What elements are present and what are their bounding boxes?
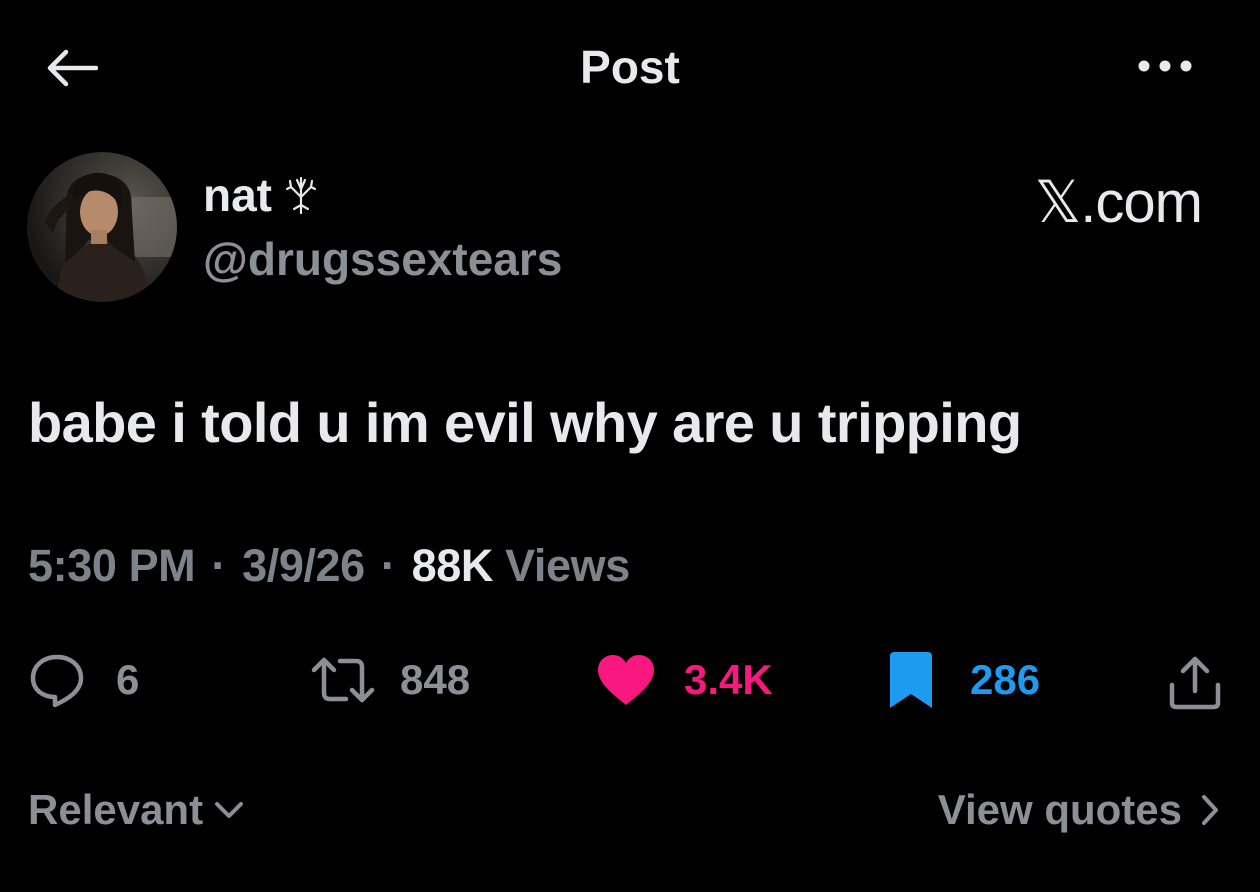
- share-icon: [1169, 656, 1221, 710]
- views-label: Views: [505, 540, 630, 591]
- avatar-photo: [27, 152, 177, 302]
- view-quotes-label: View quotes: [937, 786, 1182, 833]
- reply-icon: [30, 654, 84, 708]
- page-title: Post: [580, 41, 680, 93]
- bookmark-icon: [890, 652, 932, 708]
- sort-replies-dropdown[interactable]: Relevant: [28, 786, 245, 834]
- tree-glyph-icon: [284, 175, 318, 215]
- chevron-right-icon: [1200, 793, 1220, 827]
- bookmark-count: 286: [970, 656, 1041, 703]
- sort-label: Relevant: [28, 786, 204, 833]
- repost-icon: [311, 657, 375, 703]
- chevron-down-icon: [213, 799, 245, 821]
- tweet-text: babe i told u im evil why are u tripping: [28, 391, 1022, 454]
- meta-separator: ·: [211, 540, 226, 591]
- author-handle[interactable]: @drugssextears: [203, 232, 562, 286]
- share-button[interactable]: [1166, 650, 1224, 714]
- back-button[interactable]: [44, 40, 100, 96]
- bookmark-button[interactable]: 286: [886, 648, 1040, 712]
- views-count: 88K: [411, 540, 494, 591]
- reply-button[interactable]: 6: [28, 648, 139, 712]
- tweet-meta: 5:30 PM · 3/9/26 · 88K Views: [28, 540, 630, 592]
- x-com-watermark: 𝕏.com: [1034, 170, 1203, 235]
- repost-count: 848: [400, 656, 471, 703]
- display-name-text: nat: [203, 169, 272, 221]
- reply-count: 6: [116, 656, 140, 703]
- more-options-button[interactable]: [1132, 44, 1198, 88]
- meta-separator: ·: [380, 540, 396, 591]
- view-quotes-link[interactable]: View quotes: [938, 786, 1220, 834]
- more-horizontal-icon: [1138, 60, 1192, 72]
- author-display-name[interactable]: nat: [203, 168, 318, 222]
- like-button[interactable]: 3.4K: [596, 648, 773, 712]
- post-screen: Post nat @drugssextears 𝕏.com babe i tol…: [0, 0, 1260, 892]
- like-count: 3.4K: [684, 656, 773, 703]
- tweet-time[interactable]: 5:30 PM: [28, 540, 196, 591]
- arrow-left-icon: [47, 49, 98, 87]
- heart-icon: [598, 655, 654, 705]
- tweet-date[interactable]: 3/9/26: [242, 540, 365, 591]
- repost-button[interactable]: 848: [310, 648, 470, 712]
- avatar[interactable]: [27, 152, 177, 302]
